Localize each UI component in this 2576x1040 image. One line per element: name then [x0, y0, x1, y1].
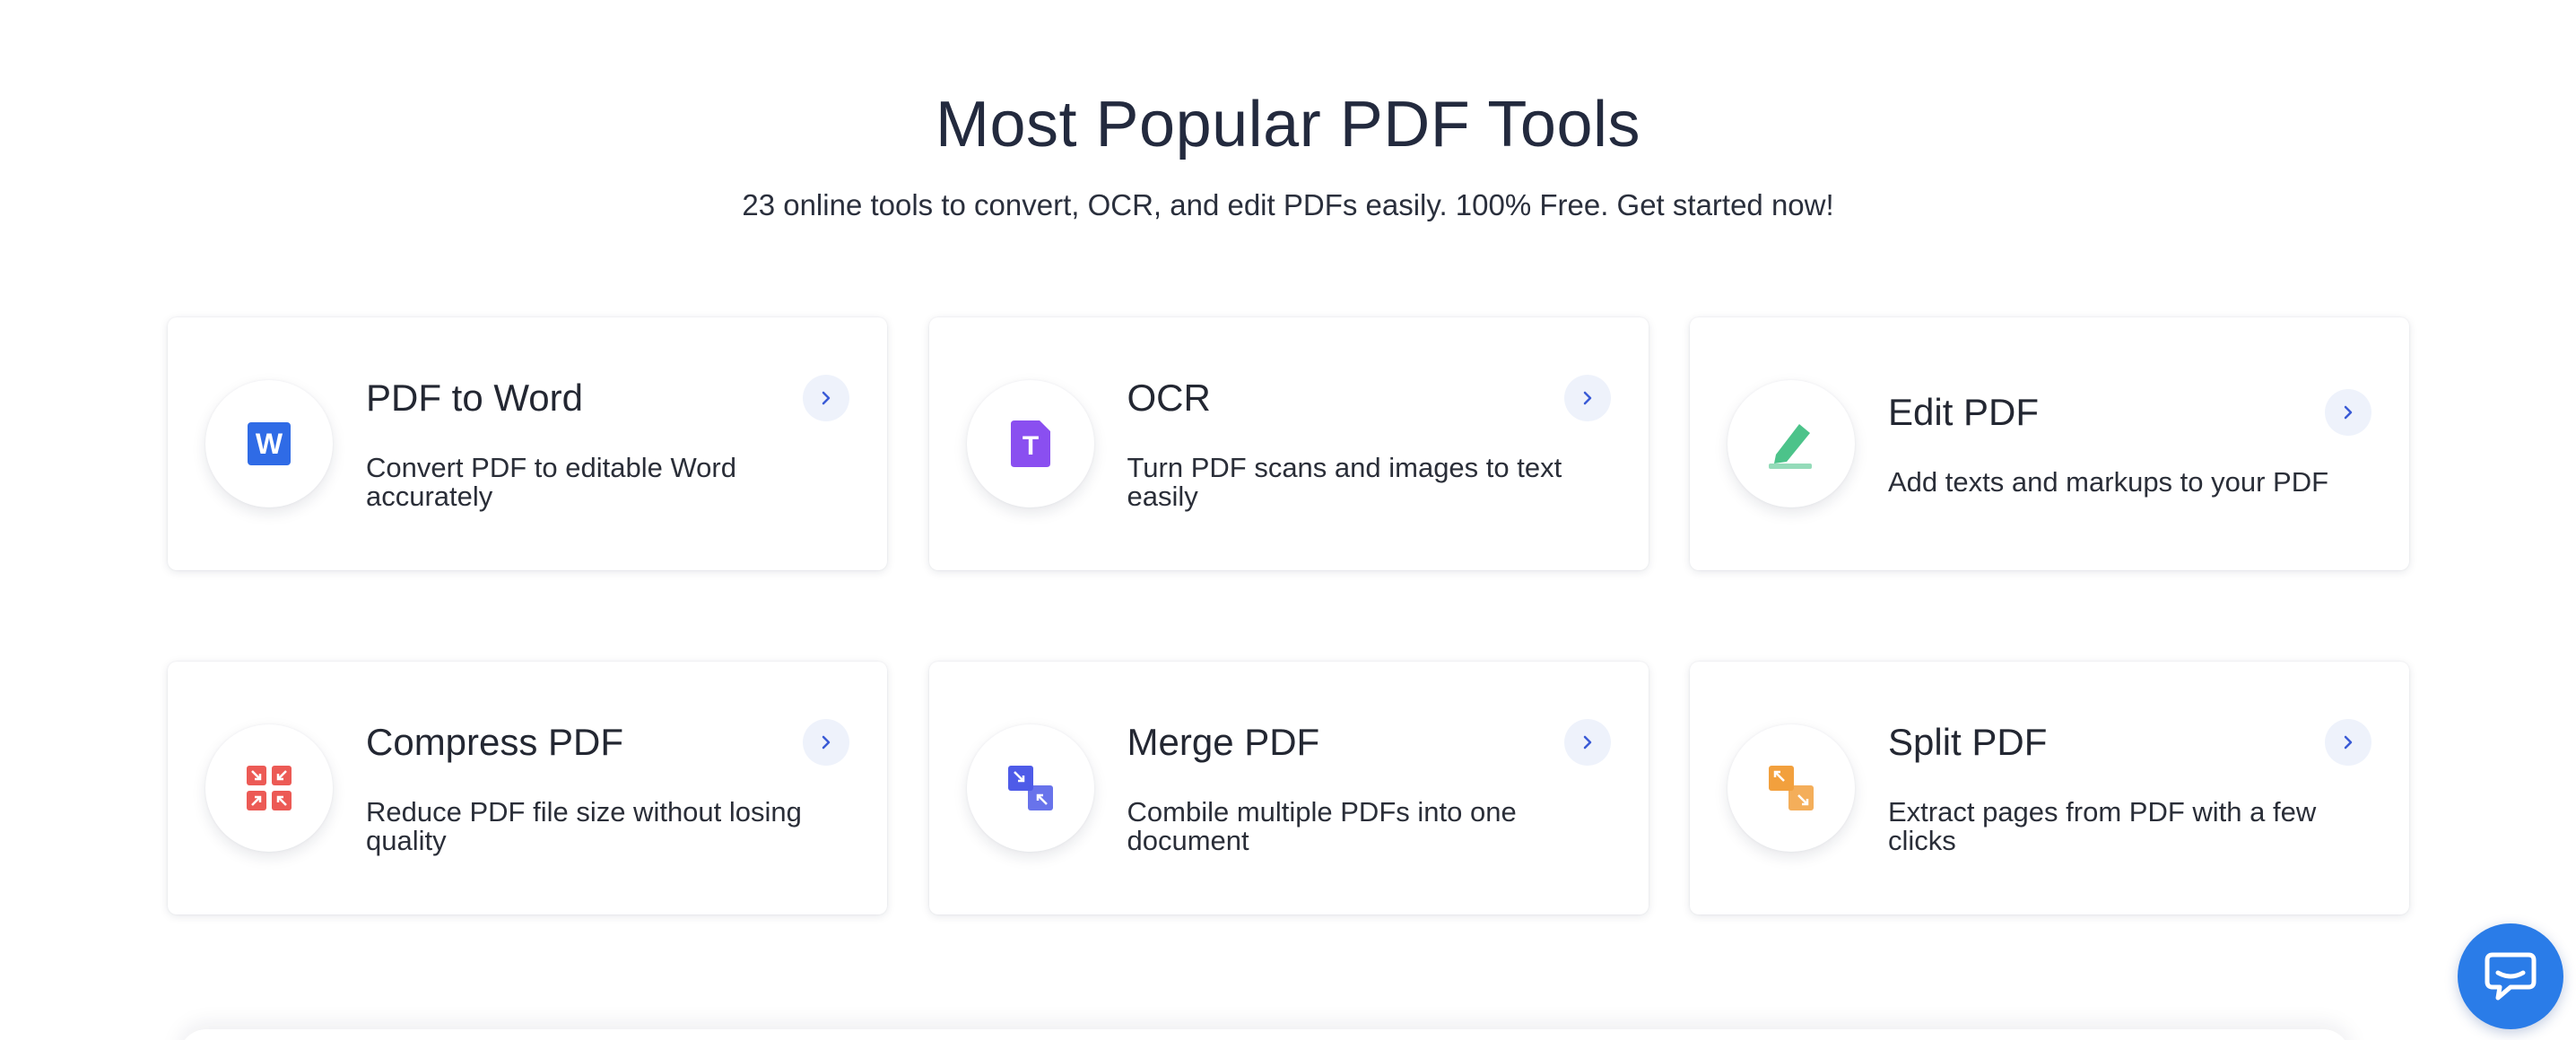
tool-card-edit-pdf[interactable]: Edit PDF Add texts and markups to your P… [1690, 317, 2409, 570]
chevron-right-icon[interactable] [1563, 719, 1611, 766]
chevron-right-icon[interactable] [803, 375, 849, 421]
tool-card-title: PDF to Word [366, 377, 583, 419]
tool-card-merge-pdf[interactable]: Merge PDF Combile multiple PDFs into one… [928, 662, 1649, 914]
chat-button[interactable] [2458, 923, 2563, 1029]
tool-card-ocr[interactable]: T OCR Turn PDF scans and images to text … [928, 317, 1649, 570]
chat-bubble-icon [2485, 952, 2537, 1001]
next-section-edge [179, 1029, 2350, 1040]
chevron-right-icon[interactable] [803, 719, 849, 766]
page-subtitle: 23 online tools to convert, OCR, and edi… [742, 188, 1834, 221]
tool-card-title: Merge PDF [1127, 721, 1320, 763]
tool-card-title: Compress PDF [366, 721, 624, 763]
svg-text:W: W [256, 428, 283, 460]
tool-card-split-pdf[interactable]: Split PDF Extract pages from PDF with a … [1690, 662, 2409, 914]
edit-pen-icon [1727, 380, 1855, 507]
tool-card-description: Extract pages from PDF with a few clicks [1888, 796, 2317, 856]
merge-icon [966, 724, 1094, 852]
tool-card-compress-pdf[interactable]: Compress PDF Reduce PDF file size withou… [168, 662, 887, 914]
tool-card-pdf-to-word[interactable]: W PDF to Word Convert PDF to editable Wo… [168, 317, 887, 570]
chevron-right-icon[interactable] [2325, 389, 2371, 436]
compress-icon [205, 724, 333, 852]
tool-card-description: Turn PDF scans and images to text easily [1127, 452, 1562, 512]
tool-card-description: Reduce PDF file size without losing qual… [366, 796, 802, 856]
tool-card-title: Split PDF [1888, 721, 2048, 763]
chevron-right-icon[interactable] [2325, 719, 2371, 766]
split-icon [1727, 724, 1855, 852]
tool-card-description: Add texts and markups to your PDF [1888, 466, 2329, 498]
tool-card-title: Edit PDF [1888, 391, 2040, 433]
page: Most Popular PDF Tools 23 online tools t… [0, 0, 2576, 1040]
tools-grid: W PDF to Word Convert PDF to editable Wo… [168, 317, 2409, 914]
svg-text:T: T [1022, 431, 1038, 461]
tool-card-description: Convert PDF to editable Word accurately [366, 452, 736, 512]
ocr-icon: T [966, 380, 1094, 507]
word-icon: W [205, 380, 333, 507]
page-title: Most Popular PDF Tools [936, 89, 1640, 160]
chevron-right-icon[interactable] [1563, 375, 1611, 421]
tool-card-title: OCR [1127, 377, 1211, 419]
tool-card-description: Combile multiple PDFs into one document [1127, 796, 1517, 856]
